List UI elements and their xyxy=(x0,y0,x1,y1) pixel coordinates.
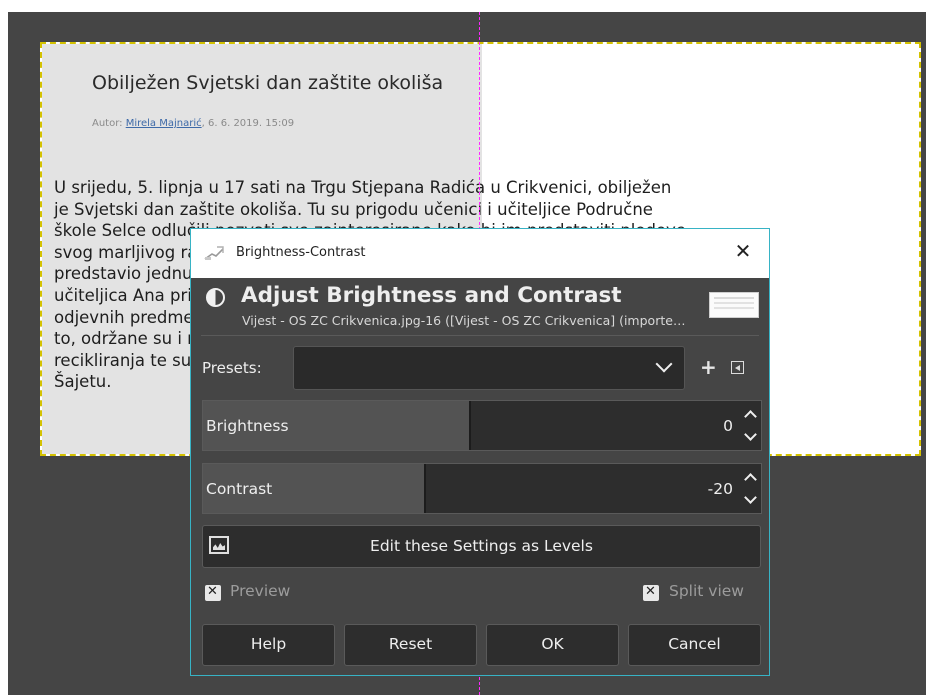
chevron-down-icon xyxy=(655,355,673,373)
presets-dropdown[interactable] xyxy=(293,346,685,390)
dialog-titlebar[interactable]: Brightness-Contrast ✕ xyxy=(191,229,769,278)
contrast-label: Contrast xyxy=(206,480,273,498)
dialog-heading: Adjust Brightness and Contrast xyxy=(241,283,622,308)
author-link: Mirela Majnarić xyxy=(125,118,202,129)
brightness-contrast-icon xyxy=(206,288,225,307)
ok-button[interactable]: OK xyxy=(486,624,619,666)
chevron-up-icon[interactable] xyxy=(744,410,757,423)
split-view-checkbox[interactable] xyxy=(643,584,659,601)
reset-button[interactable]: Reset xyxy=(344,624,477,666)
contrast-stepper[interactable] xyxy=(743,468,757,510)
chevron-down-icon[interactable] xyxy=(744,491,757,504)
body-line: je Svjetski dan zaštite okoliša. Tu su p… xyxy=(54,199,653,219)
chevron-up-icon[interactable] xyxy=(744,473,757,486)
body-line: U srijedu, 5. lipnja u 17 sati na Trgu S… xyxy=(54,178,672,197)
help-button[interactable]: Help xyxy=(202,624,335,666)
ok-label: OK xyxy=(541,635,564,653)
image-thumbnail xyxy=(709,292,759,318)
reset-label: Reset xyxy=(388,635,433,653)
meta-prefix: Autor: xyxy=(92,118,126,129)
brightness-slider[interactable]: Brightness 0 xyxy=(202,400,762,451)
cancel-button[interactable]: Cancel xyxy=(628,624,761,666)
article-title: Obilježen Svjetski dan zaštite okoliša xyxy=(92,72,444,94)
help-label: Help xyxy=(250,635,287,653)
brightness-value[interactable]: 0 xyxy=(723,417,733,435)
brightness-label: Brightness xyxy=(206,417,289,435)
contrast-slider[interactable]: Contrast -20 xyxy=(202,463,762,514)
contrast-value[interactable]: -20 xyxy=(708,480,733,498)
chevron-down-icon[interactable] xyxy=(744,428,757,441)
presets-label: Presets: xyxy=(202,359,262,377)
gimp-icon xyxy=(204,246,224,260)
dialog-subheading: Vijest - OS ZC Crikvenica.jpg-16 ([Vijes… xyxy=(242,313,687,328)
header-separator xyxy=(201,335,759,336)
edit-as-levels-button[interactable]: Edit these Settings as Levels xyxy=(202,525,761,568)
cancel-label: Cancel xyxy=(668,635,721,653)
add-preset-icon[interactable]: + xyxy=(700,357,717,377)
close-icon[interactable]: ✕ xyxy=(732,240,754,262)
brightness-contrast-dialog: Brightness-Contrast ✕ Adjust Brightness … xyxy=(190,228,770,676)
brightness-stepper[interactable] xyxy=(743,405,757,447)
preview-label[interactable]: Preview xyxy=(230,582,290,600)
preview-checkbox[interactable] xyxy=(205,584,221,601)
edit-as-levels-label: Edit these Settings as Levels xyxy=(370,537,593,555)
split-view-label[interactable]: Split view xyxy=(669,582,744,600)
dialog-title: Brightness-Contrast xyxy=(236,245,366,260)
article-meta: Autor: Mirela Majnarić, 6. 6. 2019. 15:0… xyxy=(92,118,294,129)
presets-menu-icon[interactable] xyxy=(731,361,744,374)
meta-date: , 6. 6. 2019. 15:09 xyxy=(201,118,295,129)
